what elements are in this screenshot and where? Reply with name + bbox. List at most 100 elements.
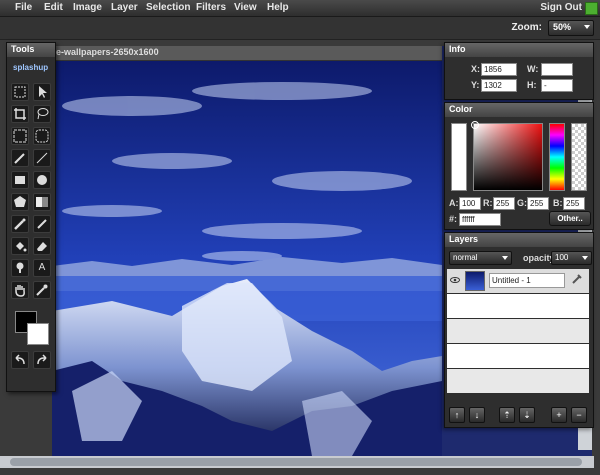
color-field[interactable] <box>471 121 543 191</box>
rounded-select-tool-icon[interactable] <box>33 127 51 145</box>
line-tool-icon[interactable] <box>33 149 51 167</box>
airbrush-tool-icon[interactable] <box>33 215 51 233</box>
layer-row-empty <box>447 369 589 393</box>
brush-tool-icon[interactable] <box>11 215 29 233</box>
blue-label: B: <box>553 198 563 208</box>
horizontal-scrollbar-thumb[interactable] <box>10 458 582 466</box>
x-coordinate-field: 1856 <box>481 63 517 76</box>
ellipse-tool-icon[interactable] <box>33 171 51 189</box>
pointer-tool-icon[interactable] <box>33 83 51 101</box>
document-title-bar[interactable]: e-wallpapers-2650x1600 <box>52 46 442 61</box>
layer-row-empty <box>447 294 589 318</box>
move-down-icon[interactable]: ↓ <box>469 407 485 423</box>
document-title: e-wallpapers-2650x1600 <box>56 47 159 57</box>
chevron-down-icon <box>582 256 588 260</box>
layer-options-icon[interactable] <box>571 273 583 285</box>
green-label: G: <box>517 198 527 208</box>
alpha-slider[interactable] <box>571 123 587 191</box>
move-bottom-icon[interactable]: ⇣ <box>519 407 535 423</box>
red-label: R: <box>483 198 493 208</box>
stamp-tool-icon[interactable] <box>11 259 29 277</box>
text-tool-icon[interactable]: A <box>33 259 51 277</box>
zoom-label: Zoom: <box>511 22 542 33</box>
menu-help[interactable]: Help <box>267 2 289 13</box>
layer-row-selected[interactable]: Untitled - 1 <box>447 269 589 293</box>
other-colors-button[interactable]: Other.. <box>549 211 591 226</box>
layer-name[interactable]: Untitled - 1 <box>489 273 565 288</box>
polygon-tool-icon[interactable] <box>11 193 29 211</box>
menu-image[interactable]: Image <box>73 2 102 13</box>
pencil-tool-icon[interactable] <box>11 149 29 167</box>
menu-view[interactable]: View <box>234 2 257 13</box>
info-panel: Info X: 1856 W: Y: 1302 H: - <box>444 42 594 100</box>
green-field[interactable]: 255 <box>527 197 549 210</box>
sign-out-link[interactable]: Sign Out <box>540 2 582 13</box>
layers-panel: Layers normal opacity: 100 Untitled - 1 … <box>444 232 594 428</box>
y-coordinate-field: 1302 <box>481 79 517 92</box>
chevron-down-icon <box>584 25 590 29</box>
red-field[interactable]: 255 <box>493 197 515 210</box>
menu-filters[interactable]: Filters <box>196 2 226 13</box>
chevron-down-icon <box>502 256 508 260</box>
color-panel-title-bar[interactable]: Color <box>445 103 593 117</box>
add-layer-icon[interactable]: + <box>551 407 567 423</box>
layers-panel-title-bar[interactable]: Layers <box>445 233 593 247</box>
mountain-landscape-image <box>52 61 442 456</box>
color-picker-cursor[interactable] <box>471 121 479 129</box>
height-field: - <box>541 79 573 92</box>
redo-icon[interactable] <box>33 351 51 369</box>
layers-panel-title: Layers <box>449 234 479 244</box>
current-color-swatch[interactable] <box>451 123 467 191</box>
info-panel-title-bar[interactable]: Info <box>445 43 593 57</box>
layer-row-empty <box>447 344 589 368</box>
lasso-tool-icon[interactable] <box>33 105 51 123</box>
hand-tool-icon[interactable] <box>11 281 29 299</box>
height-label: H: <box>527 80 537 90</box>
opacity-select[interactable]: 100 <box>551 251 592 265</box>
eye-icon[interactable] <box>450 275 460 285</box>
eraser-tool-icon[interactable] <box>33 237 51 255</box>
fill-tool-icon[interactable] <box>11 237 29 255</box>
marquee-tool-icon[interactable] <box>11 83 29 101</box>
width-field <box>541 63 573 76</box>
blue-field[interactable]: 255 <box>563 197 585 210</box>
move-top-icon[interactable]: ⇡ <box>499 407 515 423</box>
status-indicator-icon[interactable] <box>585 2 598 15</box>
zoom-bar: Zoom: 50% <box>0 17 600 40</box>
rectangle-tool-icon[interactable] <box>11 171 29 189</box>
undo-icon[interactable] <box>11 351 29 369</box>
layer-thumbnail <box>465 271 485 291</box>
move-up-icon[interactable]: ↑ <box>449 407 465 423</box>
color-panel-title: Color <box>449 104 473 114</box>
document-window: e-wallpapers-2650x1600 <box>52 46 442 458</box>
background-color-swatch[interactable] <box>27 323 49 345</box>
zoom-value: 50% <box>553 22 572 32</box>
splashup-logo: splashup <box>13 63 49 72</box>
menu-edit[interactable]: Edit <box>44 2 63 13</box>
menu-bar: File Edit Image Layer Selection Filters … <box>0 0 600 17</box>
color-panel: Color A: 100 R: 255 G: 255 B: 255 #: fff… <box>444 102 594 230</box>
tools-panel: Tools splashup A <box>6 42 56 392</box>
menu-layer[interactable]: Layer <box>111 2 138 13</box>
info-panel-title: Info <box>449 44 466 54</box>
menu-selection[interactable]: Selection <box>146 2 190 13</box>
alpha-label: A: <box>449 198 459 208</box>
width-label: W: <box>527 64 539 74</box>
hex-label: #: <box>449 214 458 224</box>
opacity-value: 100 <box>555 253 569 262</box>
gradient-tool-icon[interactable] <box>33 193 51 211</box>
hue-slider[interactable] <box>549 123 565 191</box>
eyedropper-tool-icon[interactable] <box>33 281 51 299</box>
crop-tool-icon[interactable] <box>11 105 29 123</box>
rect-select-tool-icon[interactable] <box>11 127 29 145</box>
tools-panel-title-bar[interactable]: Tools <box>7 43 55 57</box>
blend-mode-select[interactable]: normal <box>449 251 512 265</box>
tools-panel-title: Tools <box>11 44 35 54</box>
layer-row-empty <box>447 319 589 343</box>
alpha-field[interactable]: 100 <box>459 197 481 210</box>
zoom-select[interactable]: 50% <box>548 20 594 36</box>
delete-layer-icon[interactable]: − <box>571 407 587 423</box>
canvas-image[interactable] <box>52 61 442 456</box>
menu-file[interactable]: File <box>15 2 32 13</box>
hex-field[interactable]: ffffff <box>459 213 501 226</box>
